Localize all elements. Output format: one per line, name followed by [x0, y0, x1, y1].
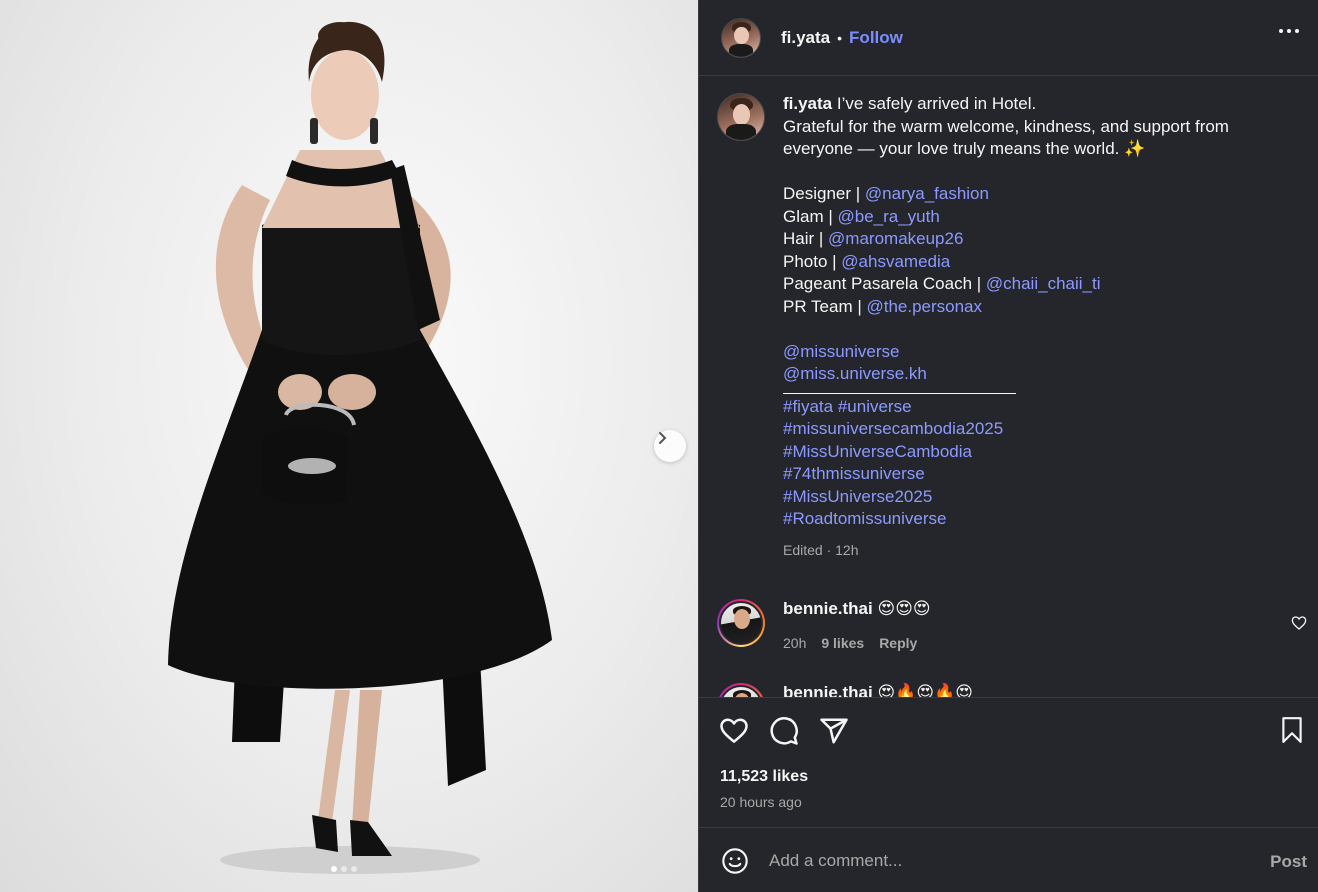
reply-button[interactable]: Reply: [879, 635, 917, 651]
post-image[interactable]: [0, 0, 698, 892]
caption-avatar[interactable]: [717, 93, 765, 141]
caption-meta: Edited · 12h: [783, 541, 859, 558]
hashtag-link[interactable]: #fiyata: [783, 397, 833, 416]
save-icon[interactable]: [1279, 716, 1305, 744]
mention-link[interactable]: @missuniverse: [783, 342, 899, 361]
comment-time: 20h: [783, 635, 807, 651]
follow-button[interactable]: Follow: [849, 28, 903, 48]
carousel-indicator: [331, 866, 357, 872]
mention-link[interactable]: @be_ra_yuth: [837, 207, 939, 226]
likes-count[interactable]: 11,523 likes: [720, 768, 808, 786]
hashtag-link[interactable]: #MissUniverseCambodia: [783, 442, 972, 461]
author-username[interactable]: fi.yata: [781, 28, 830, 48]
chevron-right-icon: [659, 432, 667, 444]
mention-link[interactable]: @chaii_chaii_ti: [986, 274, 1101, 293]
more-options-icon[interactable]: [1279, 29, 1299, 33]
caption: fi.yata I’ve safely arrived in Hotel. Gr…: [717, 93, 1283, 561]
mention-link[interactable]: @the.personax: [866, 297, 982, 316]
commenter-username[interactable]: bennie.thai: [783, 599, 873, 618]
credit-line: Glam | @be_ra_yuth: [783, 206, 940, 226]
credit-line: Pageant Pasarela Coach | @chaii_chaii_ti: [783, 274, 1101, 293]
hashtag-link[interactable]: #MissUniverse2025: [783, 487, 932, 506]
hashtag-link[interactable]: #universe: [838, 397, 912, 416]
post-comment-button[interactable]: Post: [1270, 852, 1307, 872]
credit-line: PR Team | @the.personax: [783, 296, 983, 316]
mention-link[interactable]: @narya_fashion: [865, 184, 989, 203]
model-photo: [168, 21, 552, 874]
comment-likes[interactable]: 9 likes: [821, 635, 864, 651]
separator-dot: •: [837, 29, 843, 46]
credit-line: Photo | @ahsvamedia: [783, 251, 951, 271]
commenter-username[interactable]: bennie.thai: [783, 683, 873, 697]
author-avatar[interactable]: [721, 17, 761, 58]
post-side-panel: fi.yata • Follow fi.yata I’ve safely arr…: [698, 0, 1318, 892]
mention-link[interactable]: @ahsvamedia: [841, 252, 950, 271]
caption-username[interactable]: fi.yata: [783, 94, 832, 113]
comment-item: bennie.thai 😍🔥😍🔥😍: [717, 683, 1307, 697]
share-icon[interactable]: [819, 716, 849, 746]
comments-scroll-area[interactable]: fi.yata I’ve safely arrived in Hotel. Gr…: [699, 77, 1318, 697]
hashtag-link[interactable]: #Roadtomissuniverse: [783, 509, 946, 528]
like-icon[interactable]: [719, 716, 749, 746]
carousel-dot: [331, 866, 337, 872]
commenter-avatar[interactable]: [717, 683, 765, 697]
comment-like-icon[interactable]: [1291, 615, 1307, 631]
hashtag-link[interactable]: #74thmissuniverse: [783, 464, 925, 483]
comment-text: 😍😍😍: [877, 599, 931, 618]
comment-text: 😍🔥😍🔥😍: [877, 683, 973, 697]
mention-link[interactable]: @miss.universe.kh: [783, 364, 927, 383]
credit-line: Hair | @maromakeup26: [783, 229, 964, 248]
carousel-dot: [351, 866, 357, 872]
comment-input[interactable]: [769, 846, 1239, 876]
divider: [783, 392, 1016, 394]
post-actions: 11,523 likes 20 hours ago: [699, 697, 1318, 827]
emoji-icon[interactable]: [721, 847, 749, 875]
hashtag-link[interactable]: #missuniversecambodia2025: [783, 419, 1003, 438]
caption-intro: I’ve safely arrived in Hotel.: [832, 94, 1037, 113]
caption-line: Grateful for the warm welcome, kindness,…: [783, 116, 1229, 159]
commenter-avatar[interactable]: [717, 599, 765, 647]
post-header: fi.yata • Follow: [699, 0, 1318, 76]
comment-icon[interactable]: [769, 716, 799, 746]
carousel-dot: [341, 866, 347, 872]
comment-item: bennie.thai 😍😍😍 20h 9 likes Reply: [717, 599, 1307, 651]
credit-line: Designer | @narya_fashion: [783, 184, 989, 203]
mention-link[interactable]: @maromakeup26: [828, 229, 963, 248]
caption-text: fi.yata I’ve safely arrived in Hotel. Gr…: [783, 93, 1283, 561]
next-image-button[interactable]: [654, 430, 686, 462]
comment-bar: Post: [699, 827, 1318, 892]
post-time: 20 hours ago: [720, 794, 802, 810]
